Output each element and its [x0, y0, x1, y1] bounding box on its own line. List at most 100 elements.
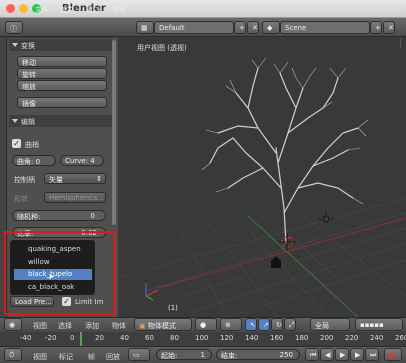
start-frame-value: 1 [200, 351, 205, 359]
viewport-menu-view[interactable]: 视图 [33, 321, 47, 331]
record-icon[interactable]: ● [384, 348, 402, 361]
timeline-menu-marker[interactable]: 标记 [59, 352, 73, 362]
pivot-point-icon[interactable]: ⊕ [220, 318, 242, 331]
transform-orientation-select[interactable]: 全局 [310, 318, 350, 331]
timeline-tick-label: 20 [95, 334, 104, 342]
bevel-checkbox-label: 曲梢 [25, 141, 39, 149]
timeline-menu-view[interactable]: 视图 [33, 352, 47, 362]
manipulator-toggle-icon[interactable]: ↖ [245, 318, 257, 331]
timeline-menu-frame[interactable]: 帧 [88, 352, 95, 362]
angle-field[interactable]: 曲角: 0 [12, 155, 56, 166]
timeline-tick-label: 160 [270, 334, 284, 342]
edit-panel-title: 编辑 [21, 118, 35, 126]
start-frame-field[interactable]: 起始: 1 [156, 349, 212, 360]
viewport-menu-object[interactable]: 物体 [112, 321, 126, 331]
x-axis-line [157, 217, 406, 289]
shading-mode-icon[interactable]: ● [195, 318, 217, 331]
camera-icon [271, 256, 281, 268]
timeline-tick-label: -20 [45, 334, 57, 342]
floor-grid [117, 197, 406, 318]
object-mode-icon: ▣ [139, 322, 146, 330]
current-frame-marker[interactable] [80, 332, 82, 346]
add-scene-button[interactable]: + [370, 21, 382, 34]
editor-type-timeline-icon[interactable]: ⏱ [4, 348, 22, 361]
scale-manipulator-icon[interactable]: ⤢ [284, 318, 296, 331]
end-frame-field[interactable]: 结束: 250 [216, 349, 300, 360]
mirror-button[interactable]: 镜像 [17, 97, 107, 108]
viewport-scene [117, 57, 406, 318]
menu-render[interactable]: 渲染 [60, 5, 74, 15]
3d-cursor-icon [278, 233, 296, 251]
transform-panel-header[interactable]: 变换 [9, 39, 112, 51]
timeline-tick-label: 220 [345, 334, 359, 342]
layers-widget[interactable]: ▪▪▪▪▪ [355, 318, 403, 331]
jump-end-icon[interactable]: ⏭ [365, 348, 379, 361]
editor-type-3d-icon[interactable]: ◉ [4, 318, 22, 331]
rotate-manipulator-icon[interactable]: ↻ [271, 318, 283, 331]
rotate-button[interactable]: 旋转 [17, 68, 107, 79]
timeline-tick-label: 0 [70, 334, 75, 342]
seed-field-value: 0 [90, 212, 95, 220]
scene-icon[interactable]: ◆ [262, 21, 280, 34]
3d-viewport[interactable] [117, 38, 406, 318]
layout-selector[interactable]: Default [154, 21, 234, 34]
select-arrows-icon: ⇕ [96, 175, 102, 183]
remove-layout-button[interactable]: ✕ [247, 21, 259, 34]
bevel-checkbox[interactable]: ✓ [12, 139, 21, 148]
add-layout-button[interactable]: + [234, 21, 246, 34]
curve-field[interactable]: Curve: 4 [60, 155, 104, 166]
seed-field-label: 随机种: [17, 213, 41, 221]
timeline-tick-label: 120 [220, 334, 234, 342]
timeline-tick-label: 260 [395, 334, 406, 342]
translate-manipulator-icon[interactable]: ↗ [258, 318, 270, 331]
edit-panel-header[interactable]: 编辑 [9, 115, 112, 127]
shape-label: 形状 [14, 195, 28, 203]
timeline-tick-label: 140 [245, 334, 259, 342]
timeline-tick-label: 200 [320, 334, 334, 342]
close-window-button[interactable] [6, 4, 15, 13]
viewport-view-label: 用户视图 (透视) [137, 44, 187, 52]
scale-button[interactable]: 缩放 [17, 80, 107, 91]
menu-file[interactable]: 文件 [35, 5, 49, 15]
remove-scene-button[interactable]: ✕ [383, 21, 395, 34]
minimize-window-button[interactable] [19, 4, 28, 13]
menu-help[interactable]: 帮助 [112, 5, 126, 15]
scene-selector[interactable]: Scene [280, 21, 370, 34]
next-keyframe-icon[interactable]: ▶ [350, 348, 364, 361]
shape-select[interactable]: Hemispherica... [44, 192, 106, 203]
play-icon[interactable]: ▶ [335, 348, 349, 361]
timeline-tick-label: -40 [20, 334, 32, 342]
timeline-tick-label: 180 [295, 334, 309, 342]
seed-field[interactable]: 随机种: 0 [12, 210, 106, 221]
highlight-annotation-box [4, 231, 116, 315]
handle-type-select[interactable]: 矢量 ⇕ [44, 173, 106, 184]
timeline-tick-label: 40 [120, 334, 129, 342]
timeline-tick-label: 240 [370, 334, 384, 342]
menu-window[interactable]: 窗口 [86, 5, 100, 15]
screen-layout-icon[interactable]: ▦ [136, 21, 154, 34]
tree-model [209, 67, 359, 244]
prev-keyframe-icon[interactable]: ◀ [320, 348, 334, 361]
end-frame-label: 结束: [221, 352, 238, 360]
timeline-menu-playback[interactable]: 回放 [106, 352, 120, 362]
interaction-mode-value: 物体模式 [147, 322, 176, 330]
jump-start-icon[interactable]: ⏮ [305, 348, 319, 361]
editor-type-info-icon[interactable]: ⓘ [5, 21, 23, 34]
axis-gizmo [145, 283, 159, 301]
properties-region-toggle-icon[interactable] [400, 38, 406, 48]
y-axis-line [247, 215, 359, 318]
start-frame-label: 起始: [161, 352, 178, 360]
toolshelf-scrollbar[interactable] [112, 40, 116, 225]
use-preview-range-icon[interactable]: ▭ [128, 348, 150, 361]
viewport-menu-add[interactable]: 添加 [85, 321, 99, 331]
interaction-mode-select[interactable]: ▣ 物体模式 [134, 318, 192, 331]
viewport-menu-select[interactable]: 选择 [58, 321, 72, 331]
translate-button[interactable]: 移动 [17, 56, 107, 67]
timeline-tick-label: 80 [170, 334, 179, 342]
timeline-tick-label: 60 [145, 334, 154, 342]
current-frame-indicator: (1) [168, 304, 178, 312]
handle-type-value: 矢量 [49, 176, 63, 184]
transform-panel-title: 变换 [21, 42, 35, 50]
end-frame-value: 250 [279, 351, 293, 359]
handle-label: 控制柄 [14, 176, 35, 184]
